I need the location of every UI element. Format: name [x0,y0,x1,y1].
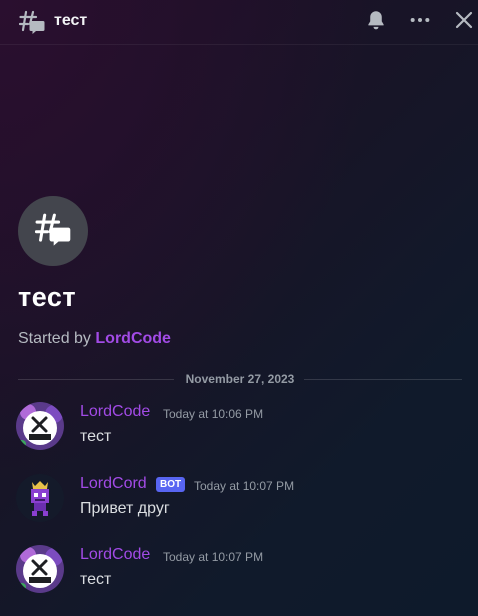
started-by-username[interactable]: LordCode [95,330,171,347]
divider-date: November 27, 2023 [185,372,295,386]
message-content: тест [80,571,112,588]
divider-line [18,379,174,380]
thread-icon [34,212,71,251]
thread-start-icon [18,196,88,266]
close-icon [454,10,474,35]
thread-title: тест [54,12,88,29]
message-item[interactable]: LordCord BOT Today at 10:07 PM Привет др… [0,472,478,528]
message-timestamp: Today at 10:06 PM [163,407,264,421]
bot-badge: BOT [156,477,186,492]
more-options-button[interactable] [406,8,434,36]
close-thread-button[interactable] [450,8,478,36]
message-item[interactable]: LordCode Today at 10:07 PM тест [0,543,478,599]
thread-started-by: Started by LordCode [18,330,171,348]
avatar[interactable] [16,545,64,593]
message-author[interactable]: LordCode [80,546,150,564]
message-timestamp: Today at 10:07 PM [194,479,295,493]
thread-name-heading: тест [18,282,77,312]
message-author[interactable]: LordCord [80,475,147,493]
message-item[interactable]: LordCode Today at 10:06 PM тест [0,400,478,456]
bell-icon [365,9,387,36]
message-content: тест [80,428,112,445]
more-icon [409,9,431,36]
message-timestamp: Today at 10:07 PM [163,550,264,564]
avatar[interactable] [16,402,64,450]
divider-line [304,379,462,380]
notifications-button[interactable] [362,8,390,36]
thread-icon [18,10,45,34]
avatar[interactable] [16,474,64,522]
started-by-label: Started by [18,330,91,347]
thread-header: тест [0,0,478,45]
message-author[interactable]: LordCode [80,403,150,421]
message-content: Привет друг [80,500,170,517]
date-divider: November 27, 2023 [18,372,462,386]
